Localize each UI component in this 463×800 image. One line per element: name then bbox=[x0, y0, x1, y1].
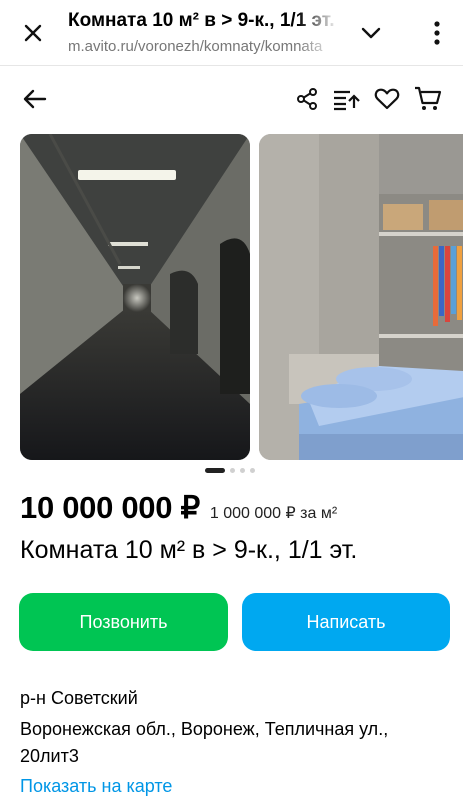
pager-dot bbox=[230, 468, 235, 473]
price-row: 10 000 000 ₽ 1 000 000 ₽ за м² bbox=[20, 490, 337, 526]
back-arrow-icon[interactable] bbox=[18, 84, 52, 114]
call-button[interactable]: Позвонить bbox=[19, 593, 228, 651]
gallery-pager bbox=[205, 468, 255, 473]
chevron-down-icon[interactable] bbox=[356, 18, 386, 48]
heart-icon[interactable] bbox=[372, 84, 402, 114]
show-on-map-link[interactable]: Показать на карте bbox=[20, 776, 172, 797]
pager-dot-active bbox=[205, 468, 225, 473]
listing-title: Комната 10 м² в > 9-к., 1/1 эт. bbox=[20, 536, 358, 564]
tab-url[interactable]: m.avito.ru/voronezh/komnaty/komnata bbox=[68, 38, 338, 55]
write-button[interactable]: Написать bbox=[242, 593, 450, 651]
price-per-sqm: 1 000 000 ₽ за м² bbox=[209, 505, 338, 522]
bedroom-photo[interactable] bbox=[259, 134, 463, 460]
pager-dot bbox=[250, 468, 255, 473]
photo-gallery[interactable] bbox=[0, 134, 463, 460]
price: 10 000 000 ₽ bbox=[20, 490, 200, 525]
pager-dot bbox=[240, 468, 245, 473]
tab-title: Комната 10 м² в > 9-к., 1/1 эт. bbox=[68, 10, 335, 31]
more-vertical-icon[interactable] bbox=[424, 16, 450, 50]
close-icon[interactable] bbox=[18, 18, 48, 48]
address-text: Воронежская обл., Воронеж, Тепличная ул.… bbox=[20, 719, 389, 766]
share-icon[interactable] bbox=[292, 84, 322, 114]
corridor-photo[interactable] bbox=[20, 134, 250, 460]
compare-icon[interactable] bbox=[331, 84, 361, 114]
cart-icon[interactable] bbox=[413, 84, 443, 114]
district-label: р-н Советский bbox=[20, 688, 138, 708]
browser-bar: Комната 10 м² в > 9-к., 1/1 эт. m.avito.… bbox=[0, 0, 463, 66]
